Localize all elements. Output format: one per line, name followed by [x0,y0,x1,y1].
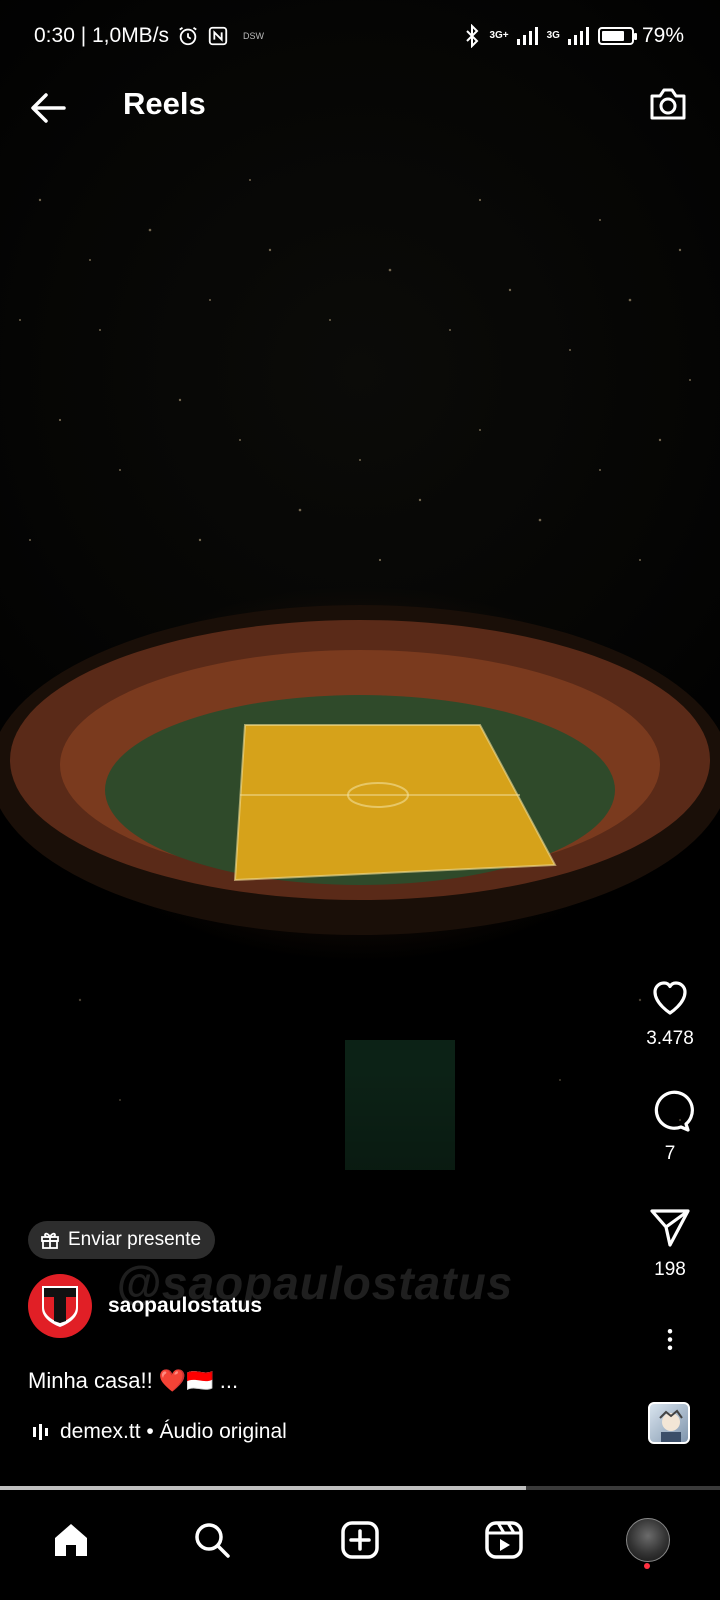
status-bar: 0:30 | 1,0MB/s DSW 3G+ 3G 79% [0,0,720,72]
heart-icon[interactable] [646,972,694,1020]
status-small-label: DSW [243,31,265,41]
nav-profile[interactable] [618,1510,678,1570]
reels-header: Reels [0,72,720,142]
more-action [620,1326,720,1362]
reel-video[interactable]: @saopaulostatus [0,0,720,1488]
share-action: 198 [620,1203,720,1281]
reels-icon [485,1521,523,1559]
reel-caption[interactable]: Minha casa!! ❤️🇮🇩 ... [28,1368,238,1394]
like-count: 3.478 [646,1028,694,1049]
audio-label: demex.tt • Áudio original [60,1420,287,1443]
battery-level [601,31,625,41]
caption-text: Minha casa!! ❤️🇮🇩 ... [28,1368,239,1393]
comment-count: 7 [664,1143,676,1164]
status-time-speed: 0:30 | 1,0MB/s [34,24,170,47]
page-title: Reels [123,86,206,121]
author-row: saopaulostatus [28,1274,262,1338]
profile-avatar [626,1518,670,1562]
like-action: 3.478 [620,972,720,1050]
nfc-icon [208,26,228,46]
battery-icon [597,27,637,45]
audio-bars-icon [33,1424,48,1440]
nav-reels[interactable] [474,1510,534,1570]
camera-icon[interactable] [646,82,690,126]
send-gift-button[interactable]: Enviar presente [28,1221,216,1259]
stadium-image [0,605,720,935]
send-icon[interactable] [646,1203,694,1251]
author-avatar[interactable] [28,1274,92,1338]
more-options-icon[interactable] [646,1326,694,1362]
back-arrow-icon[interactable] [26,86,70,130]
comment-icon[interactable] [646,1087,694,1135]
club-crest [42,1286,78,1327]
audio-info[interactable]: demex.tt • Áudio original [32,1420,287,1444]
comment-action: 7 [620,1087,720,1165]
network-label-2: 3G [546,30,560,41]
profile-notification-dot [644,1563,650,1569]
signal-icon [516,27,538,45]
share-count: 198 [654,1259,686,1280]
gift-icon [41,1232,59,1249]
signal-icon-2 [567,27,589,45]
bluetooth-icon [466,24,479,48]
nav-search[interactable] [182,1510,242,1570]
home-icon [55,1524,87,1556]
send-gift-label: Enviar presente [68,1229,202,1250]
alarm-icon [179,26,197,46]
network-label-1: 3G+ [489,30,509,41]
audio-thumbnail-image [659,1409,683,1442]
create-icon [341,1521,379,1559]
nav-create[interactable] [330,1510,390,1570]
search-icon [195,1523,230,1558]
nav-home[interactable] [41,1510,101,1570]
bottom-navigation [0,1490,720,1600]
audio-thumbnail[interactable] [648,1402,690,1444]
author-username[interactable]: saopaulostatus [108,1294,262,1318]
battery-percent: 79% [641,24,684,47]
